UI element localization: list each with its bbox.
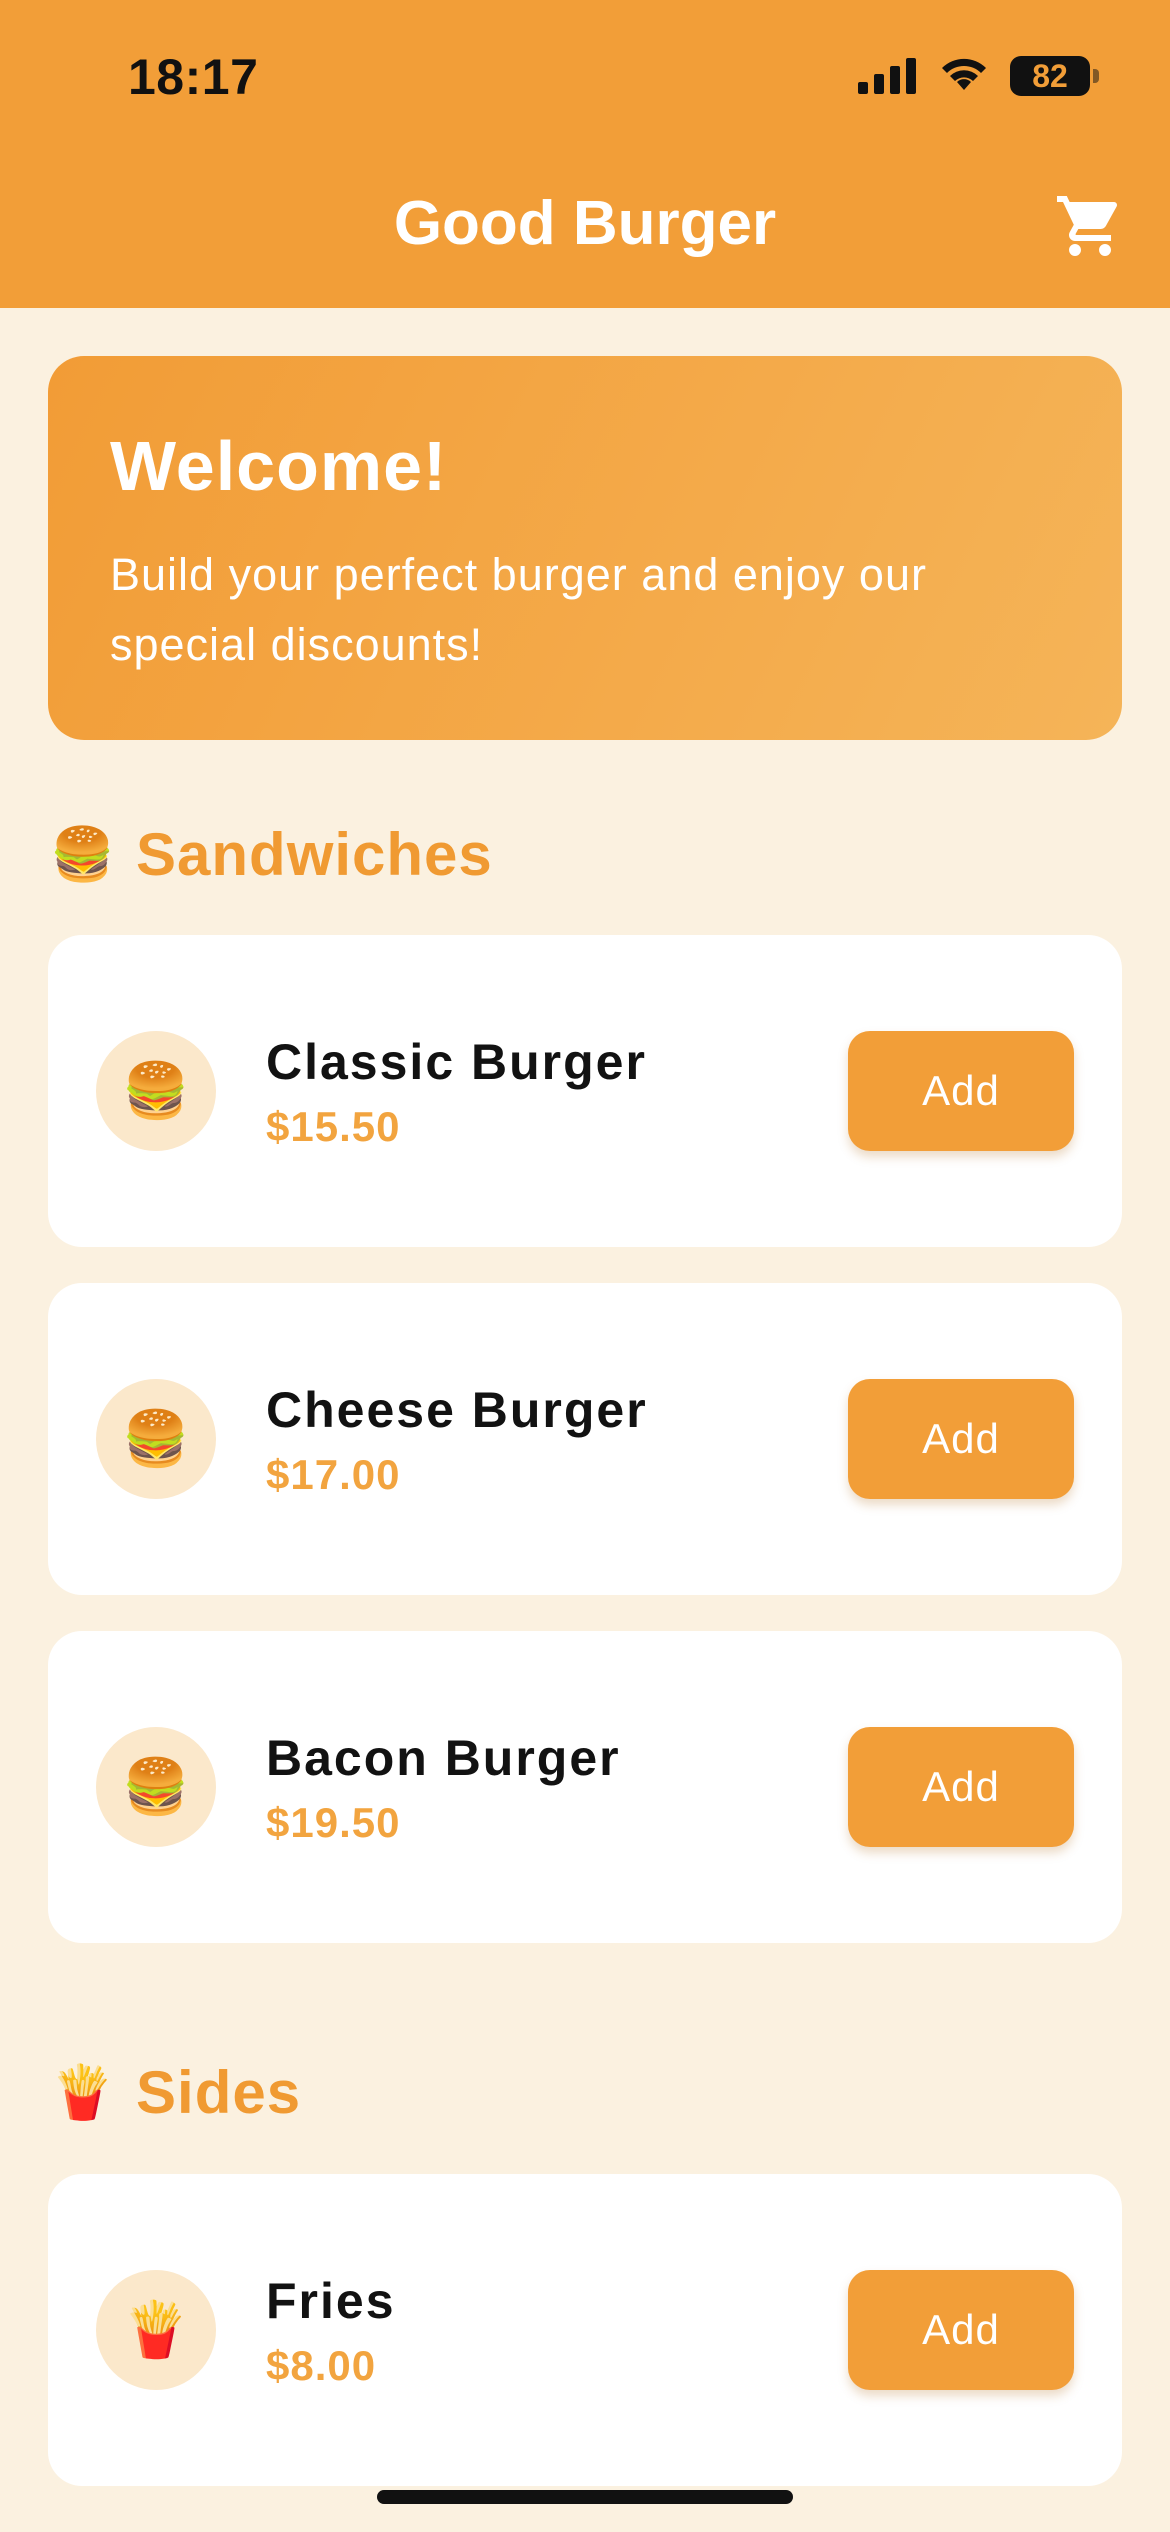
- add-button[interactable]: Add: [848, 1379, 1074, 1499]
- wifi-icon: [942, 58, 986, 90]
- item-price: $15.50: [266, 1103, 401, 1150]
- page-title: Good Burger: [393, 189, 777, 258]
- welcome-subtitle: Build your perfect burger and enjoy our …: [110, 549, 927, 670]
- fries-icon: 🍟: [50, 2064, 115, 2122]
- status-time: 18:17: [128, 49, 259, 105]
- menu-item-card: 🍔 Cheese Burger $17.00 Add: [48, 1283, 1122, 1595]
- app-header: 18:17 82 Good Burger: [0, 0, 1170, 308]
- section-title: Sandwiches: [136, 821, 493, 888]
- burger-icon: 🍔: [96, 1379, 216, 1499]
- battery-icon: 82: [1010, 56, 1099, 96]
- section-title: Sides: [136, 2059, 302, 2126]
- status-icons: 82: [858, 56, 1099, 96]
- item-price: $19.50: [266, 1799, 401, 1846]
- add-button[interactable]: Add: [848, 1727, 1074, 1847]
- add-button[interactable]: Add: [848, 2270, 1074, 2390]
- signal-icon: [858, 58, 916, 94]
- section-heading-sides: 🍟 Sides: [50, 2058, 301, 2127]
- section-heading-sandwiches: 🍔 Sandwiches: [50, 820, 493, 889]
- item-name: Fries: [266, 2273, 396, 2329]
- item-name: Cheese Burger: [266, 1382, 648, 1438]
- item-price: $8.00: [266, 2342, 377, 2389]
- burger-icon: 🍔: [96, 1031, 216, 1151]
- fries-icon: 🍟: [96, 2270, 216, 2390]
- battery-level: 82: [1032, 57, 1068, 94]
- menu-item-card: 🍔 Bacon Burger $19.50 Add: [48, 1631, 1122, 1943]
- item-name: Bacon Burger: [266, 1730, 621, 1786]
- item-price: $17.00: [266, 1451, 401, 1498]
- welcome-title: Welcome!: [110, 427, 448, 505]
- cart-icon[interactable]: [1054, 190, 1126, 262]
- menu-item-card: 🍟 Fries $8.00 Add: [48, 2174, 1122, 2486]
- home-indicator[interactable]: [377, 2490, 793, 2504]
- burger-icon: 🍔: [50, 826, 115, 884]
- burger-icon: 🍔: [96, 1727, 216, 1847]
- item-name: Classic Burger: [266, 1034, 647, 1090]
- menu-item-card: 🍔 Classic Burger $15.50 Add: [48, 935, 1122, 1247]
- add-button[interactable]: Add: [848, 1031, 1074, 1151]
- welcome-banner: Welcome! Build your perfect burger and e…: [48, 356, 1122, 740]
